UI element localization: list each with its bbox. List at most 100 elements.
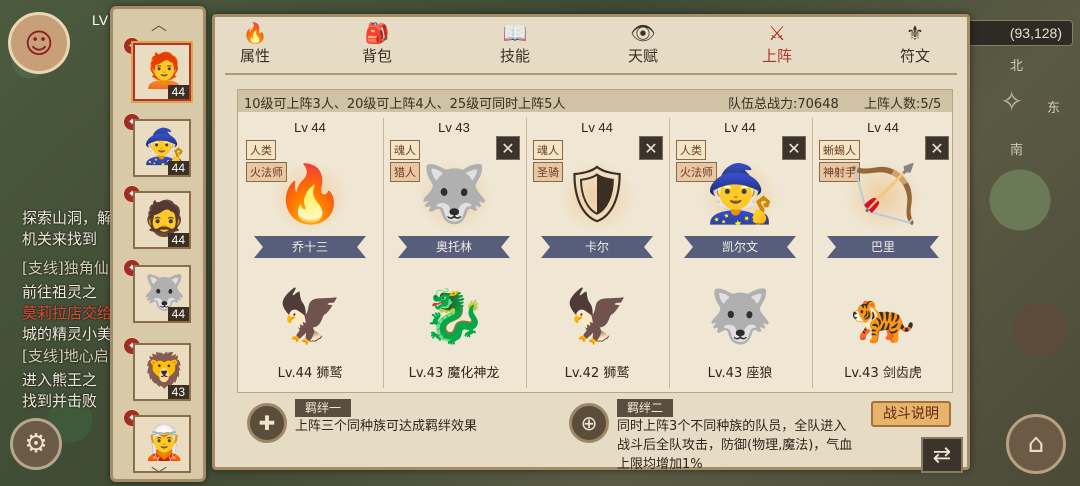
compass-east: 东 <box>1047 101 1061 116</box>
lineup-rule-text: 10级可上阵3人、20级可上阵4人、25级可同时上阵5人 <box>244 97 566 112</box>
bond-two-line: 同时上阵3个不同种族的队员，全队进入 <box>617 419 847 434</box>
player-avatar[interactable]: ☺ <box>8 12 70 74</box>
quest-line-text: [支线]独角仙 <box>22 259 109 277</box>
hero-name: 卡尔 <box>541 236 653 258</box>
roster-card[interactable]: 🦁 43 <box>133 343 191 401</box>
roster-card[interactable]: 🧔 44 <box>133 191 191 249</box>
hero-slot[interactable]: Lv 44 人类 火法师 ✕ 🧙 凯尔文 🐺 Lv.43 座狼 <box>669 118 809 388</box>
hero-name: 凯尔文 <box>684 236 796 258</box>
pet-portrait-icon[interactable]: 🦅 <box>260 276 360 356</box>
quest-line-text: 莫莉拉店交给 <box>22 304 113 322</box>
compass: 北 ✧ 东 南 <box>985 55 1065 158</box>
swap-button[interactable]: ⇄ <box>921 437 963 473</box>
hero-level: Lv 44 <box>294 120 326 135</box>
hero-portrait-icon[interactable]: 🧙 <box>690 154 790 234</box>
quest-line-text: 找到并击败 <box>22 392 98 410</box>
hero-slot[interactable]: Lv 44 魂人 圣骑 ✕ 🛡 卡尔 🦅 Lv.42 狮鹫 <box>526 118 666 388</box>
roster-card[interactable]: 🧙 44 <box>133 119 191 177</box>
roster-level: 43 <box>167 385 189 399</box>
character-roster: ︿ ✦ 🧑‍🦰 44 ✦ 🧙 44 ✦ 🧔 44 ✦ 🐺 44 ✦ 🦁 43 ✦ 🧝 ﹀ <box>110 6 206 485</box>
pet-label: Lv.44 狮鹫 <box>277 366 343 381</box>
hero-name: 乔十三 <box>254 236 366 258</box>
bond-two-icon[interactable]: ⊕ <box>569 403 609 443</box>
quest-line-text: 前往祖灵之 <box>22 283 98 301</box>
hero-level: Lv 44 <box>724 120 756 135</box>
bond-one-icon[interactable]: ✚ <box>247 403 287 443</box>
hero-slot[interactable]: Lv 43 魂人 猎人 ✕ 🐺 奥托林 🐉 Lv.43 魔化神龙 <box>383 118 523 388</box>
roster-portrait-icon: 🧝 <box>143 423 186 463</box>
tab-label: 天赋 <box>627 47 658 65</box>
hero-name: 奥托林 <box>398 236 510 258</box>
pet-portrait-icon[interactable]: 🐅 <box>833 276 933 356</box>
compass-rose-icon: ✧ <box>1000 85 1024 118</box>
quest-line: 进入熊王之 <box>22 370 118 391</box>
quest-line: 机关来找到 <box>22 229 118 250</box>
quest-line: 探索山洞，解 <box>22 208 118 229</box>
roster-level: 44 <box>167 307 189 321</box>
hero-level: Lv 43 <box>438 120 470 135</box>
coordinates-readout: (93,128) <box>965 20 1073 46</box>
tab-label: 上阵 <box>761 47 792 65</box>
hero-portrait-icon[interactable]: 🔥 <box>260 154 360 234</box>
tab-icon: ⚜ <box>906 21 924 45</box>
compass-north: 北 <box>1010 59 1024 74</box>
quest-line: 莫莉拉店交给 <box>22 303 118 324</box>
tab-5[interactable]: ⚜ 符文 <box>883 21 947 69</box>
hero-portrait-icon[interactable]: 🐺 <box>404 154 504 234</box>
quest-line-text: [支线]地心启 <box>22 347 109 365</box>
tab-label: 技能 <box>499 47 530 65</box>
bond-one-description: 上阵三个同种族可达成羁绊效果 <box>295 419 478 434</box>
quest-line-text: 进入熊王之 <box>22 371 98 389</box>
pet-portrait-icon[interactable]: 🦅 <box>547 276 647 356</box>
pet-label: Lv.43 剑齿虎 <box>844 366 922 381</box>
scroll-up-arrow-icon[interactable]: ︿ <box>151 11 167 35</box>
tab-0[interactable]: 🔥 属性 <box>223 21 287 69</box>
tab-label: 背包 <box>361 47 392 65</box>
roster-level: 44 <box>167 161 189 175</box>
hero-slot[interactable]: Lv 44 人类 火法师 🔥 乔十三 🦅 Lv.44 狮鹫 <box>240 118 380 388</box>
tab-icon: 📖 <box>502 21 528 45</box>
battle-help-button[interactable]: 战斗说明 <box>871 401 951 427</box>
quest-line: [支线]地心启 <box>22 346 118 367</box>
home-icon[interactable]: ⌂ <box>1006 414 1066 474</box>
tab-1[interactable]: 🎒 背包 <box>345 21 409 69</box>
quest-line: 前往祖灵之 <box>22 282 118 303</box>
left-hud: ☺ LV 探索山洞，解 机关来找到 [支线]独角仙 前往祖灵之莫莉拉店交给 城的精灵小美… <box>0 0 120 486</box>
pet-portrait-icon[interactable]: 🐺 <box>690 276 790 356</box>
tab-bar: 🔥 属性 🎒 背包 📖 技能 👁 天赋 ⚔ 上阵 ⚜ 符文 <box>215 21 967 71</box>
hero-slot[interactable]: Lv 44 蜥蜴人 神射手 ✕ 🏹 巴里 🐅 Lv.43 剑齿虎 <box>812 118 952 388</box>
team-lineup: 10级可上阵3人、20级可上阵4人、25级可同时上阵5人 队伍总战力:70648… <box>237 89 953 393</box>
bond-two-line: 上限均增加1% <box>617 457 703 472</box>
roster-card[interactable]: 🧑‍🦰 44 <box>133 43 191 101</box>
roster-card[interactable]: 🐺 44 <box>133 265 191 323</box>
quest-line-text: 探索山洞，解 <box>22 209 113 227</box>
player-level-label: LV <box>92 12 109 28</box>
hero-portrait-icon[interactable]: 🏹 <box>833 154 933 234</box>
team-panel: 🔥 属性 🎒 背包 📖 技能 👁 天赋 ⚔ 上阵 ⚜ 符文 10级可上阵3人、20级可上阵4人、25级… <box>212 14 970 473</box>
tab-4[interactable]: ⚔ 上阵 <box>745 21 809 69</box>
scroll-down-arrow-icon[interactable]: ﹀ <box>151 461 167 485</box>
bond-two-line: 战斗后全队攻击，防御(物理,魔法)，气血 <box>617 438 853 453</box>
tab-label: 符文 <box>899 47 930 65</box>
tab-icon: 👁 <box>630 21 656 45</box>
bond-two-description: 同时上阵3个不同种族的队员，全队进入 战斗后全队攻击，防御(物理,魔法)，气血 … <box>617 417 867 474</box>
bond-one-title: 羁绊一 <box>295 399 352 417</box>
pet-portrait-icon[interactable]: 🐉 <box>404 276 504 356</box>
tab-3[interactable]: 👁 天赋 <box>611 21 675 69</box>
tab-divider <box>225 73 957 75</box>
roster-level: 44 <box>167 85 189 99</box>
tab-2[interactable]: 📖 技能 <box>483 21 547 69</box>
quest-line: [支线]独角仙 <box>22 258 118 279</box>
hero-level: Lv 44 <box>581 120 613 135</box>
roster-level: 44 <box>167 233 189 247</box>
pet-label: Lv.43 魔化神龙 <box>408 366 500 381</box>
quest-line: 找到并击败 <box>22 391 118 412</box>
settings-icon[interactable]: ⚙ <box>10 418 62 470</box>
compass-south: 南 <box>1010 143 1024 158</box>
hero-portrait-icon[interactable]: 🛡 <box>547 154 647 234</box>
team-count-text: 上阵人数:5/5 <box>864 97 942 112</box>
quest-line: 城的精灵小美 <box>22 324 118 345</box>
hero-name: 巴里 <box>827 236 939 258</box>
bond-two-title: 羁绊二 <box>617 399 674 417</box>
quest-line-text: 机关来找到 <box>22 230 98 248</box>
